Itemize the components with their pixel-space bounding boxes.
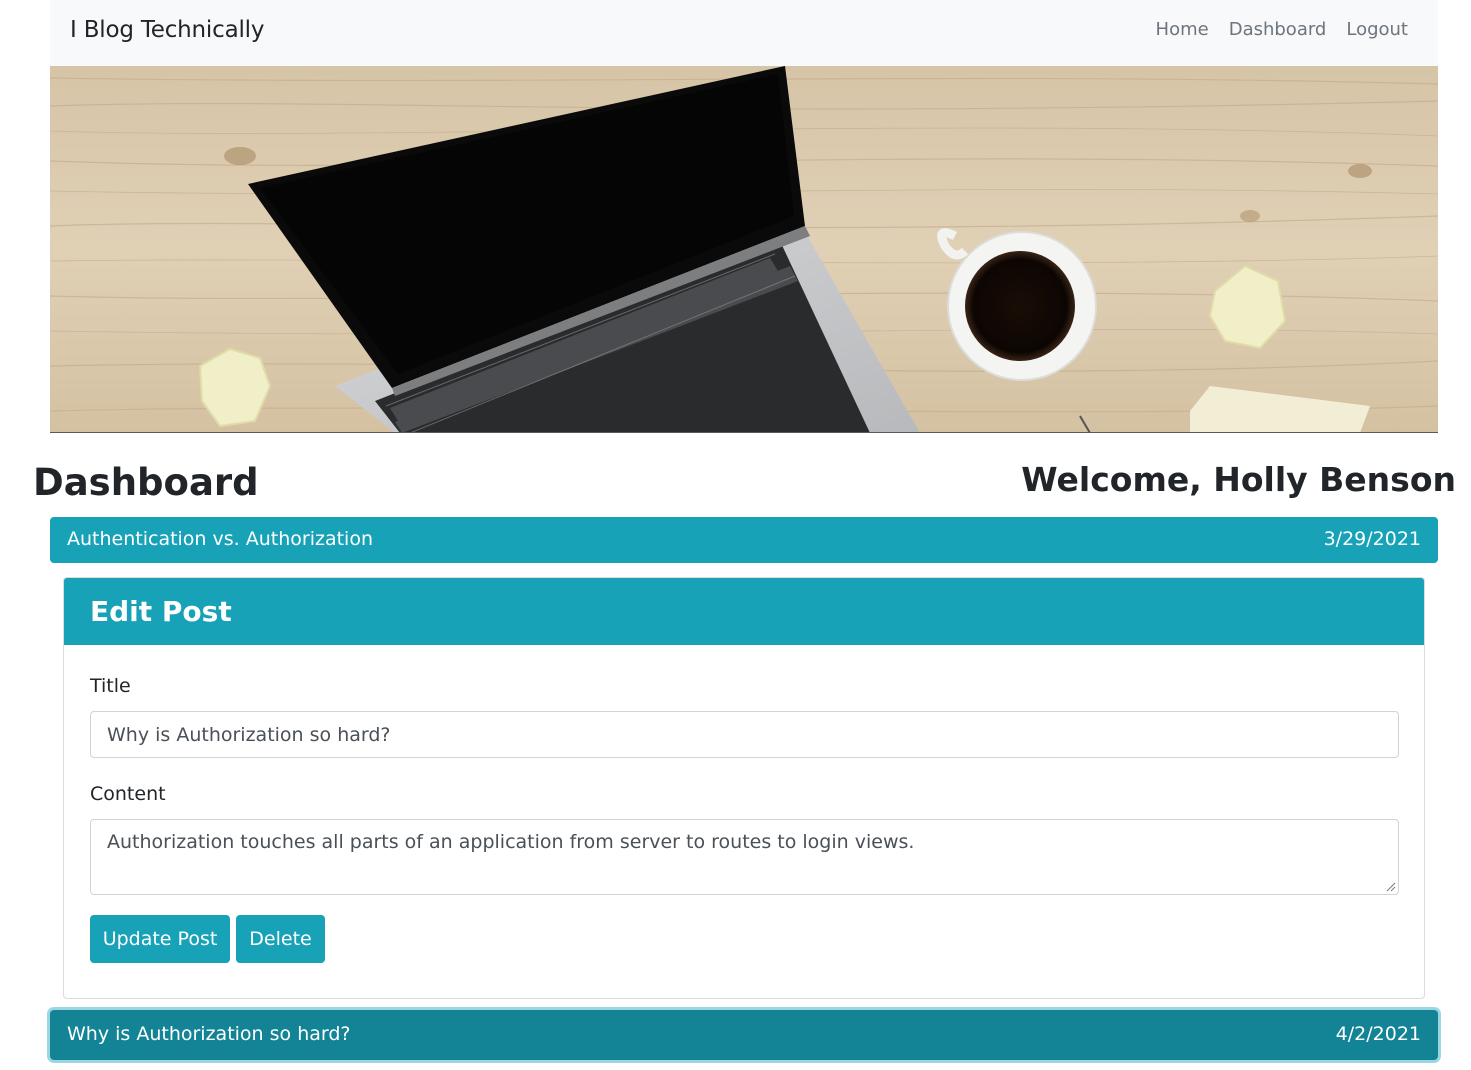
edit-post-card: Edit Post Title Why is Authorization so …: [63, 577, 1425, 999]
content-textarea[interactable]: Authorization touches all parts of an ap…: [90, 819, 1399, 895]
nav-link-logout[interactable]: Logout: [1346, 19, 1408, 40]
resize-handle-icon[interactable]: [1386, 882, 1396, 892]
content-label: Content: [90, 783, 166, 805]
delete-button[interactable]: Delete: [236, 915, 325, 963]
post-title: Authentication vs. Authorization: [67, 528, 373, 550]
welcome-message: Welcome, Holly Benson: [1021, 460, 1456, 499]
post-date: 3/29/2021: [1323, 528, 1421, 550]
hero-image: [50, 66, 1438, 433]
nav-link-dashboard[interactable]: Dashboard: [1229, 19, 1327, 40]
card-header: Edit Post: [64, 578, 1424, 645]
title-input[interactable]: Why is Authorization so hard?: [90, 711, 1399, 758]
post-date: 4/2/2021: [1335, 1023, 1421, 1045]
post-title: Why is Authorization so hard?: [67, 1023, 351, 1045]
content-text: Authorization touches all parts of an ap…: [107, 831, 915, 853]
nav-links: Home Dashboard Logout: [1136, 19, 1408, 40]
update-post-button[interactable]: Update Post: [90, 915, 230, 963]
navbar: I Blog Technically Home Dashboard Logout: [50, 0, 1438, 66]
card-title: Edit Post: [90, 595, 232, 628]
page-title: Dashboard: [33, 461, 259, 504]
post-item[interactable]: Why is Authorization so hard? 4/2/2021: [50, 1010, 1438, 1060]
nav-link-home[interactable]: Home: [1156, 19, 1209, 40]
post-item[interactable]: Authentication vs. Authorization 3/29/20…: [50, 517, 1438, 563]
brand-logo[interactable]: I Blog Technically: [70, 17, 264, 43]
title-label: Title: [90, 675, 131, 697]
